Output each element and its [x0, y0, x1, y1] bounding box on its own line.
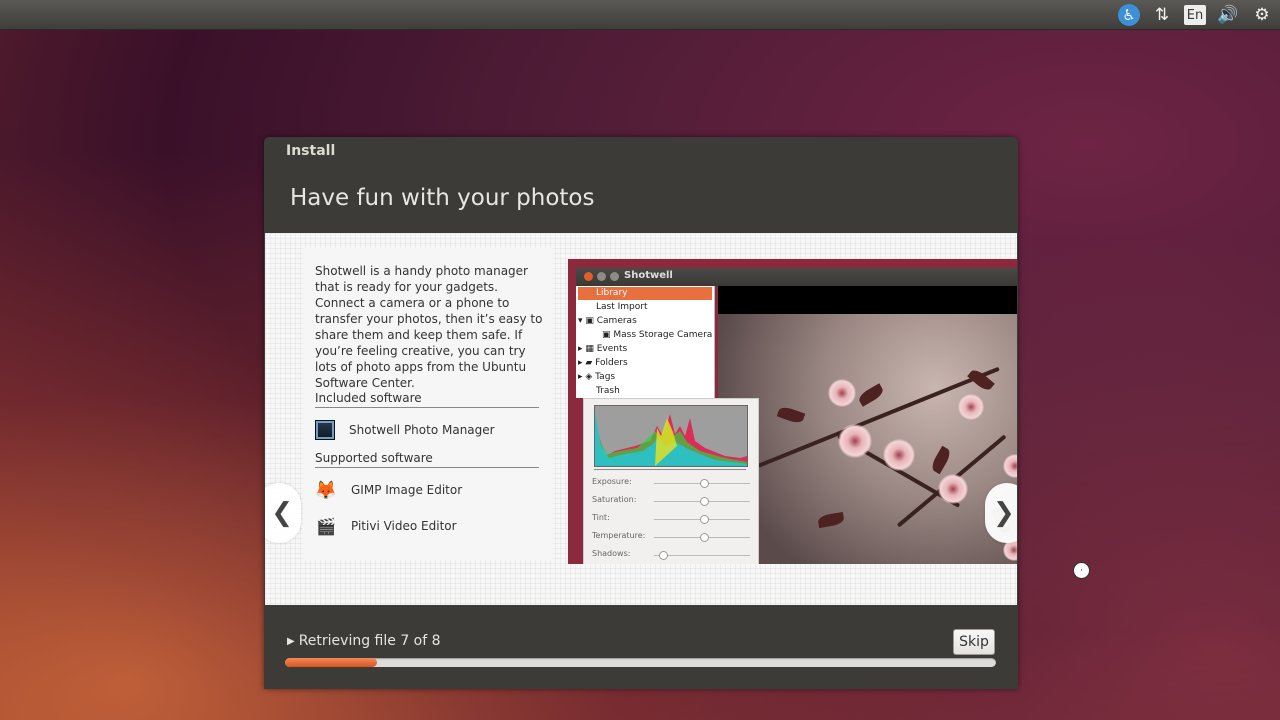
included-software-heading: Included software: [315, 391, 539, 408]
saturation-slider: Saturation:: [592, 495, 752, 507]
maximize-icon: [610, 272, 619, 281]
accessibility-icon[interactable]: ♿: [1118, 4, 1140, 26]
window-title: Install: [286, 143, 336, 159]
tree-item-events: ▸ ▦ Events: [578, 344, 628, 354]
installer-window: Install Have fun with your photos Shotwe…: [264, 137, 1018, 689]
shadows-slider: Shadows:: [592, 549, 752, 561]
slide-text-panel: Shotwell is a handy photo manager that i…: [303, 248, 553, 560]
adjustments-panel: Exposure: Saturation: Tint: Temperature:…: [583, 398, 759, 564]
tree-item-last-import: Last Import: [596, 302, 648, 312]
progress-bar: [285, 658, 996, 667]
tree-item-tags: ▸ ◈ Tags: [578, 372, 616, 382]
expand-triangle-icon[interactable]: ▶: [287, 636, 295, 647]
skip-button[interactable]: Skip: [953, 629, 995, 655]
volume-icon[interactable]: 🔊: [1216, 3, 1240, 27]
tree-item-mass-storage-camera: ▣ Mass Storage Camera: [602, 330, 713, 340]
histogram-range: [594, 469, 746, 470]
shotwell-screenshot: Shotwell Library Last Import ▾ ▣ Cameras…: [568, 259, 1017, 564]
status-text: Retrieving file 7 of 8: [298, 633, 441, 649]
shotwell-icon: [315, 420, 335, 440]
tree-item-trash: Trash: [596, 386, 620, 396]
software-item-pitivi: 🎬 Pitivi Video Editor: [315, 513, 457, 539]
previous-slide-button[interactable]: ❮: [265, 483, 301, 543]
gimp-icon: 🦊: [314, 479, 338, 501]
viewer-toolbar: [718, 286, 1017, 314]
software-item-shotwell: Shotwell Photo Manager: [315, 417, 495, 443]
pitivi-icon: 🎬: [316, 516, 336, 536]
tree-item-library: Library: [578, 287, 712, 300]
tree-item-folders: ▸ ▰ Folders: [578, 358, 628, 368]
session-gear-icon[interactable]: ⚙: [1250, 3, 1274, 27]
tint-slider: Tint:: [592, 513, 752, 525]
page-title: Have fun with your photos: [290, 185, 595, 211]
blossom-photo: [718, 314, 1017, 564]
exposure-slider: Exposure:: [592, 477, 752, 489]
mouse-cursor-icon: ·: [1073, 562, 1090, 579]
software-name: Pitivi Video Editor: [351, 519, 457, 533]
slide-description: Shotwell is a handy photo manager that i…: [315, 264, 543, 390]
next-slide-button[interactable]: ❯: [985, 483, 1017, 543]
keyboard-layout-icon[interactable]: En: [1184, 5, 1206, 25]
close-icon: [584, 272, 593, 281]
screenshot-titlebar: Shotwell: [576, 268, 1017, 286]
screenshot-title: Shotwell: [624, 270, 673, 281]
supported-software-heading: Supported software: [315, 451, 539, 468]
indicator-area: ♿ ⇅ En 🔊 ⚙: [1118, 3, 1274, 27]
progress-fill: [285, 658, 378, 667]
progress-status[interactable]: ▶ Retrieving file 7 of 8: [287, 633, 441, 649]
software-name: GIMP Image Editor: [351, 483, 463, 497]
network-transfer-icon[interactable]: ⇅: [1150, 3, 1174, 27]
window-controls: [584, 272, 619, 281]
histogram: [594, 405, 748, 467]
software-item-gimp: 🦊 GIMP Image Editor: [315, 477, 462, 503]
temperature-slider: Temperature:: [592, 531, 752, 543]
software-name: Shotwell Photo Manager: [349, 423, 495, 437]
tree-item-cameras: ▾ ▣ Cameras: [578, 316, 637, 326]
top-panel: ♿ ⇅ En 🔊 ⚙: [0, 0, 1280, 30]
slideshow: Shotwell is a handy photo manager that i…: [265, 233, 1017, 605]
shotwell-sidebar: Library Last Import ▾ ▣ Cameras ▣ Mass S…: [576, 286, 715, 398]
minimize-icon: [597, 272, 606, 281]
